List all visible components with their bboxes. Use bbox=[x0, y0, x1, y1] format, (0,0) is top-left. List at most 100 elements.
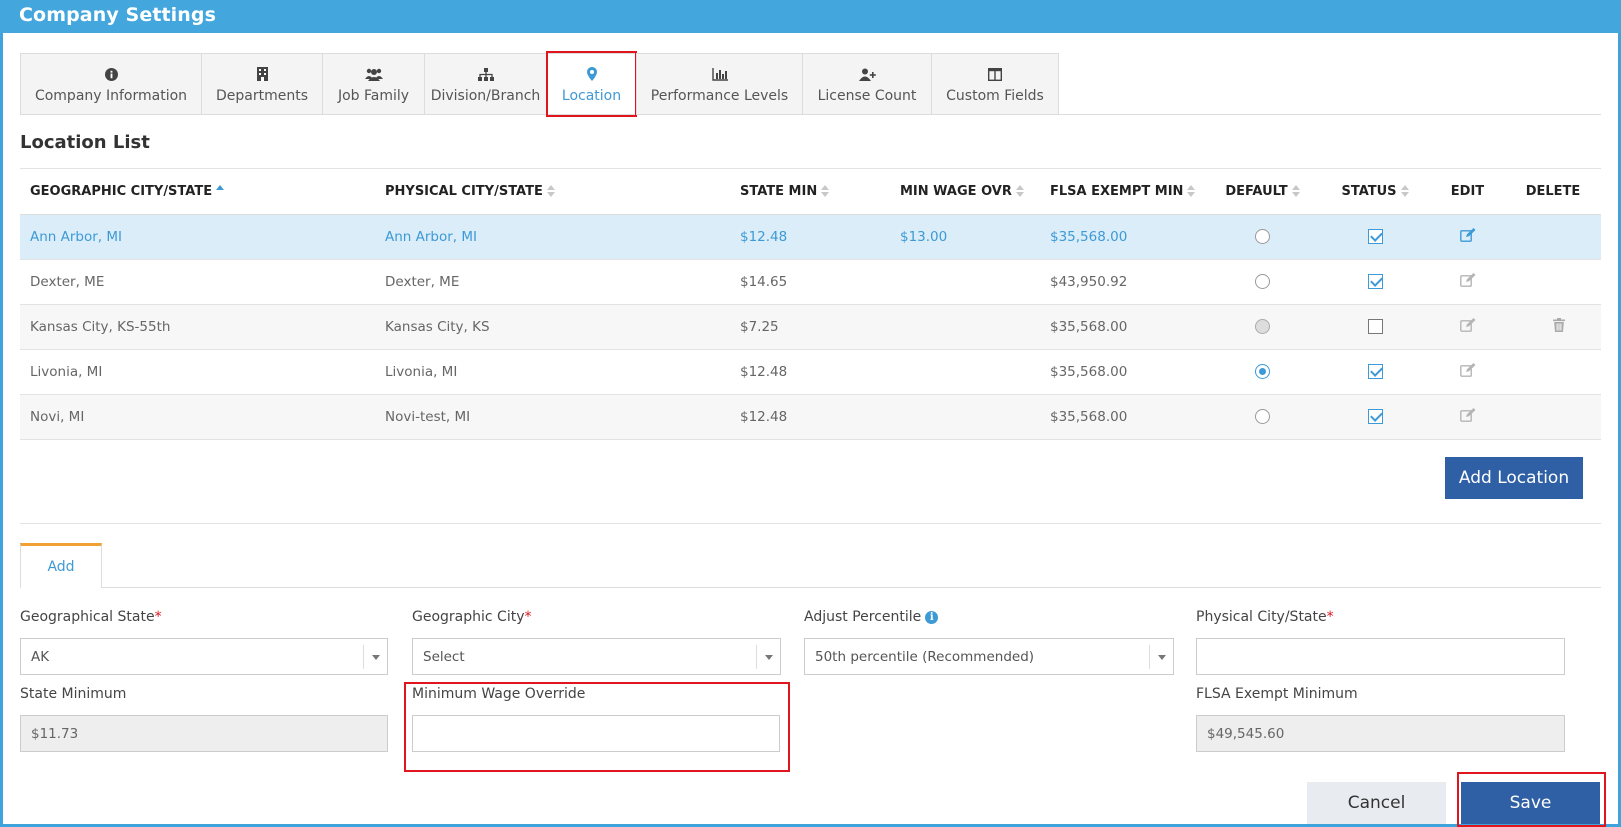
cell-status bbox=[1320, 394, 1430, 440]
sort-icon[interactable] bbox=[546, 185, 555, 198]
sort-icon[interactable] bbox=[1400, 185, 1409, 198]
building-icon bbox=[256, 66, 268, 82]
col-flsa-header[interactable]: FLSA EXEMPT MIN bbox=[1040, 169, 1205, 215]
chevron-down-icon bbox=[756, 645, 780, 669]
table-header-row: GEOGRAPHIC CITY/STATE PHYSICAL CITY/STAT… bbox=[20, 169, 1601, 215]
cell-geographic: Livonia, MI bbox=[20, 349, 375, 395]
columns-icon bbox=[988, 66, 1002, 82]
col-default-header[interactable]: DEFAULT bbox=[1205, 169, 1320, 215]
physical-input[interactable] bbox=[1196, 638, 1565, 675]
tab-company-information[interactable]: Company Information bbox=[20, 53, 201, 115]
table-row[interactable]: Kansas City, KS-55th Kansas City, KS $7.25… bbox=[20, 304, 1601, 350]
tab-performance-levels[interactable]: Performance Levels bbox=[636, 53, 802, 115]
percentile-value: 50th percentile (Recommended) bbox=[815, 649, 1035, 665]
col-status-header[interactable]: STATUS bbox=[1320, 169, 1430, 215]
cell-delete bbox=[1505, 304, 1601, 350]
cell-default bbox=[1205, 304, 1320, 350]
default-radio[interactable] bbox=[1255, 364, 1270, 379]
tab-label: Job Family bbox=[337, 88, 410, 104]
add-location-button[interactable]: Add Location bbox=[1445, 457, 1583, 499]
tab-location[interactable]: Location bbox=[546, 51, 637, 117]
default-radio[interactable] bbox=[1255, 409, 1270, 424]
edit-icon[interactable] bbox=[1459, 272, 1476, 291]
cell-min-wage-ovr bbox=[890, 349, 1040, 395]
edit-icon[interactable] bbox=[1459, 317, 1476, 336]
cell-flsa: $35,568.00 bbox=[1040, 214, 1205, 260]
col-state-min-header[interactable]: STATE MIN bbox=[730, 169, 890, 215]
sort-icon[interactable] bbox=[1015, 185, 1024, 198]
sort-icon[interactable] bbox=[821, 185, 830, 198]
col-physical-header[interactable]: PHYSICAL CITY/STATE bbox=[375, 169, 730, 215]
default-radio[interactable] bbox=[1255, 274, 1270, 289]
default-radio[interactable] bbox=[1255, 229, 1270, 244]
sort-icon[interactable] bbox=[1291, 185, 1300, 198]
user-plus-icon bbox=[858, 66, 876, 82]
cell-edit bbox=[1430, 349, 1505, 395]
tab-label: License Count bbox=[817, 88, 917, 104]
info-icon[interactable]: i bbox=[925, 610, 939, 624]
min-wage-override-label: Minimum Wage Override bbox=[412, 686, 586, 702]
cell-geographic: Novi, MI bbox=[20, 394, 375, 440]
trash-icon[interactable] bbox=[1553, 317, 1565, 336]
percentile-select[interactable]: 50th percentile (Recommended) bbox=[804, 638, 1174, 675]
tab-label: Custom Fields bbox=[946, 88, 1044, 104]
cell-delete bbox=[1505, 214, 1601, 260]
location-table: GEOGRAPHIC CITY/STATE PHYSICAL CITY/STAT… bbox=[20, 169, 1601, 440]
sort-asc-icon[interactable] bbox=[216, 185, 225, 197]
edit-icon[interactable] bbox=[1459, 407, 1476, 426]
min-wage-override-input[interactable] bbox=[412, 715, 780, 752]
tab-label: Division/Branch bbox=[430, 88, 541, 104]
cell-state-min: $12.48 bbox=[730, 394, 890, 440]
cancel-button[interactable]: Cancel bbox=[1307, 782, 1446, 824]
cell-geographic: Dexter, ME bbox=[20, 259, 375, 305]
settings-tabs: Company Information Departments Job Fami… bbox=[20, 51, 1601, 117]
cell-default bbox=[1205, 394, 1320, 440]
state-min-field: $11.73 bbox=[20, 715, 388, 752]
tab-add[interactable]: Add bbox=[20, 543, 102, 588]
table-row[interactable]: Livonia, MI Livonia, MI $12.48 $35,568.00 bbox=[20, 349, 1601, 395]
table-row[interactable]: Dexter, ME Dexter, ME $14.65 $43,950.92 bbox=[20, 259, 1601, 305]
sort-icon[interactable] bbox=[1187, 185, 1196, 198]
divider bbox=[20, 523, 1601, 524]
table-row[interactable]: Ann Arbor, MI Ann Arbor, MI $12.48 $13.00 $3… bbox=[20, 214, 1601, 260]
status-checkbox[interactable] bbox=[1367, 319, 1383, 334]
default-radio[interactable] bbox=[1255, 319, 1270, 334]
cell-state-min: $7.25 bbox=[730, 304, 890, 350]
status-checkbox[interactable] bbox=[1367, 409, 1383, 424]
col-geographic-header[interactable]: GEOGRAPHIC CITY/STATE bbox=[20, 169, 375, 215]
flsa-min-label: FLSA Exempt Minimum bbox=[1196, 686, 1358, 702]
status-checkbox[interactable] bbox=[1367, 274, 1383, 289]
tab-license-count[interactable]: License Count bbox=[802, 53, 931, 115]
geo-city-select[interactable]: Select bbox=[412, 638, 781, 675]
cell-min-wage-ovr bbox=[890, 304, 1040, 350]
cell-delete bbox=[1505, 259, 1601, 305]
cell-edit bbox=[1430, 394, 1505, 440]
col-min-wage-ovr-header[interactable]: MIN WAGE OVR bbox=[890, 169, 1040, 215]
geo-state-select[interactable]: AK bbox=[20, 638, 388, 675]
window-title: Company Settings bbox=[0, 0, 1621, 33]
edit-icon[interactable] bbox=[1459, 362, 1476, 381]
save-button[interactable]: Save bbox=[1461, 782, 1600, 824]
cell-flsa: $35,568.00 bbox=[1040, 304, 1205, 350]
cell-physical: Ann Arbor, MI bbox=[375, 214, 730, 260]
cell-status bbox=[1320, 304, 1430, 350]
cell-default bbox=[1205, 214, 1320, 260]
cell-state-min: $12.48 bbox=[730, 214, 890, 260]
tab-custom-fields[interactable]: Custom Fields bbox=[931, 53, 1059, 115]
tab-departments[interactable]: Departments bbox=[201, 53, 322, 115]
info-circle-icon bbox=[104, 66, 118, 82]
chevron-down-icon bbox=[1149, 645, 1173, 669]
tab-label: Location bbox=[561, 88, 622, 104]
cell-state-min: $12.48 bbox=[730, 349, 890, 395]
status-checkbox[interactable] bbox=[1367, 364, 1383, 379]
cell-min-wage-ovr: $13.00 bbox=[890, 214, 1040, 260]
cell-state-min: $14.65 bbox=[730, 259, 890, 305]
edit-icon[interactable] bbox=[1459, 227, 1476, 246]
geo-city-value: Select bbox=[423, 649, 465, 665]
tab-job-family[interactable]: Job Family bbox=[322, 53, 424, 115]
tab-division-branch[interactable]: Division/Branch bbox=[424, 53, 546, 115]
status-checkbox[interactable] bbox=[1367, 229, 1383, 244]
cell-geographic: Kansas City, KS-55th bbox=[20, 304, 375, 350]
sitemap-icon bbox=[477, 66, 494, 82]
table-row[interactable]: Novi, MI Novi-test, MI $12.48 $35,568.00 bbox=[20, 394, 1601, 440]
